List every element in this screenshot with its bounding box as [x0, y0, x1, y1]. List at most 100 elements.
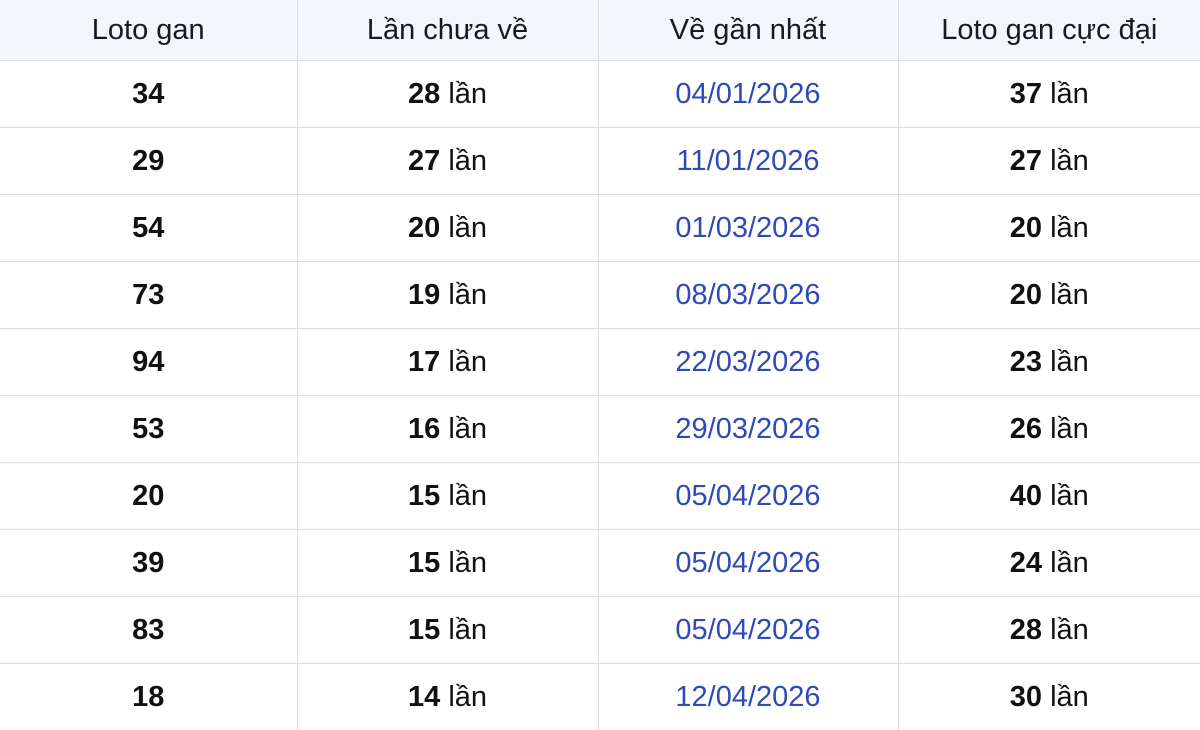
loto-number-cell: 20	[0, 462, 298, 530]
missed-unit: lần	[448, 144, 488, 177]
max-gan-unit: lần	[1050, 345, 1089, 378]
max-gan-cell: 23 lần	[898, 328, 1200, 396]
max-gan-count: 26	[1009, 412, 1042, 445]
table-row: 94 17 lần 22/03/2026 23 lần	[0, 328, 1200, 396]
max-gan-count: 30	[1009, 680, 1042, 713]
loto-number: 29	[132, 144, 165, 177]
loto-number-cell: 53	[0, 395, 298, 463]
max-gan-cell: 40 lần	[898, 462, 1200, 530]
missed-count: 17	[407, 345, 441, 378]
missed-unit: lần	[448, 211, 488, 244]
missed-count-cell: 15 lần	[297, 529, 599, 597]
last-seen-date: 22/03/2026	[675, 345, 821, 378]
missed-count: 27	[407, 144, 441, 177]
last-seen-date: 29/03/2026	[675, 412, 821, 445]
loto-number-cell: 73	[0, 261, 298, 329]
loto-number-cell: 83	[0, 596, 298, 664]
last-seen-date: 01/03/2026	[675, 211, 821, 244]
table-row: 29 27 lần 11/01/2026 27 lần	[0, 127, 1200, 195]
loto-number: 54	[132, 211, 165, 244]
missed-unit: lần	[448, 278, 488, 311]
header-ve-gan-nhat: Về gần nhất	[598, 0, 899, 61]
loto-number-cell: 54	[0, 194, 298, 262]
max-gan-unit: lần	[1050, 412, 1089, 445]
missed-count-cell: 14 lần	[297, 663, 599, 730]
missed-count-cell: 20 lần	[297, 194, 599, 262]
missed-unit: lần	[448, 546, 488, 579]
max-gan-cell: 28 lần	[898, 596, 1200, 664]
last-seen-date: 05/04/2026	[675, 546, 821, 579]
missed-count-cell: 28 lần	[297, 60, 599, 128]
max-gan-count: 27	[1009, 144, 1042, 177]
missed-unit: lần	[448, 77, 488, 110]
max-gan-cell: 27 lần	[898, 127, 1200, 195]
missed-count: 19	[407, 278, 441, 311]
max-gan-unit: lần	[1050, 680, 1089, 713]
max-gan-cell: 20 lần	[898, 261, 1200, 329]
header-lan-chua-ve: Lần chưa về	[297, 0, 599, 61]
table-row: 34 28 lần 04/01/2026 37 lần	[0, 60, 1200, 128]
max-gan-count: 20	[1009, 211, 1042, 244]
max-gan-cell: 37 lần	[898, 60, 1200, 128]
last-seen-cell: 22/03/2026	[598, 328, 899, 396]
missed-count: 15	[407, 479, 441, 512]
max-gan-count: 40	[1009, 479, 1042, 512]
table-row: 83 15 lần 05/04/2026 28 lần	[0, 596, 1200, 664]
missed-unit: lần	[448, 412, 488, 445]
missed-count-cell: 16 lần	[297, 395, 599, 463]
missed-unit: lần	[448, 479, 488, 512]
loto-number: 53	[132, 412, 165, 445]
table-body: 34 28 lần 04/01/2026 37 lần 29 27 lần 11…	[0, 60, 1200, 730]
last-seen-cell: 08/03/2026	[598, 261, 899, 329]
table-row: 18 14 lần 12/04/2026 30 lần	[0, 663, 1200, 730]
max-gan-unit: lần	[1050, 613, 1089, 646]
max-gan-count: 23	[1009, 345, 1042, 378]
loto-number: 83	[132, 613, 165, 646]
last-seen-cell: 04/01/2026	[598, 60, 899, 128]
table-row: 73 19 lần 08/03/2026 20 lần	[0, 261, 1200, 329]
last-seen-cell: 29/03/2026	[598, 395, 899, 463]
loto-number-cell: 34	[0, 60, 298, 128]
last-seen-cell: 05/04/2026	[598, 529, 899, 597]
loto-number: 94	[132, 345, 165, 378]
last-seen-date: 12/04/2026	[675, 680, 821, 713]
missed-count-cell: 19 lần	[297, 261, 599, 329]
max-gan-count: 20	[1009, 278, 1042, 311]
last-seen-date: 05/04/2026	[675, 479, 821, 512]
missed-count-cell: 17 lần	[297, 328, 599, 396]
last-seen-date: 04/01/2026	[675, 77, 821, 110]
last-seen-cell: 01/03/2026	[598, 194, 899, 262]
max-gan-unit: lần	[1050, 144, 1089, 177]
last-seen-date: 05/04/2026	[675, 613, 821, 646]
last-seen-cell: 11/01/2026	[598, 127, 899, 195]
loto-number: 39	[132, 546, 165, 579]
last-seen-cell: 05/04/2026	[598, 462, 899, 530]
header-loto-gan-cuc-dai: Loto gan cực đại	[898, 0, 1200, 61]
table-row: 39 15 lần 05/04/2026 24 lần	[0, 529, 1200, 597]
table-row: 53 16 lần 29/03/2026 26 lần	[0, 395, 1200, 463]
max-gan-count: 28	[1009, 613, 1042, 646]
max-gan-count: 37	[1009, 77, 1042, 110]
missed-count: 28	[407, 77, 441, 110]
missed-count: 20	[407, 211, 441, 244]
header-row: Loto gan Lần chưa về Về gần nhất Loto ga…	[0, 0, 1200, 61]
loto-gan-table: Loto gan Lần chưa về Về gần nhất Loto ga…	[0, 0, 1200, 730]
max-gan-unit: lần	[1050, 211, 1089, 244]
missed-unit: lần	[448, 345, 488, 378]
last-seen-cell: 05/04/2026	[598, 596, 899, 664]
max-gan-unit: lần	[1050, 77, 1089, 110]
missed-count: 15	[407, 546, 441, 579]
table-header: Loto gan Lần chưa về Về gần nhất Loto ga…	[0, 0, 1200, 61]
missed-count-cell: 15 lần	[297, 462, 599, 530]
loto-number: 73	[132, 278, 165, 311]
missed-unit: lần	[448, 613, 488, 646]
last-seen-date: 11/01/2026	[676, 144, 820, 177]
loto-number: 18	[132, 680, 165, 713]
max-gan-cell: 24 lần	[898, 529, 1200, 597]
loto-number-cell: 29	[0, 127, 298, 195]
missed-count: 15	[407, 613, 441, 646]
missed-count: 14	[407, 680, 441, 713]
max-gan-unit: lần	[1050, 278, 1089, 311]
table-row: 20 15 lần 05/04/2026 40 lần	[0, 462, 1200, 530]
max-gan-unit: lần	[1050, 479, 1089, 512]
